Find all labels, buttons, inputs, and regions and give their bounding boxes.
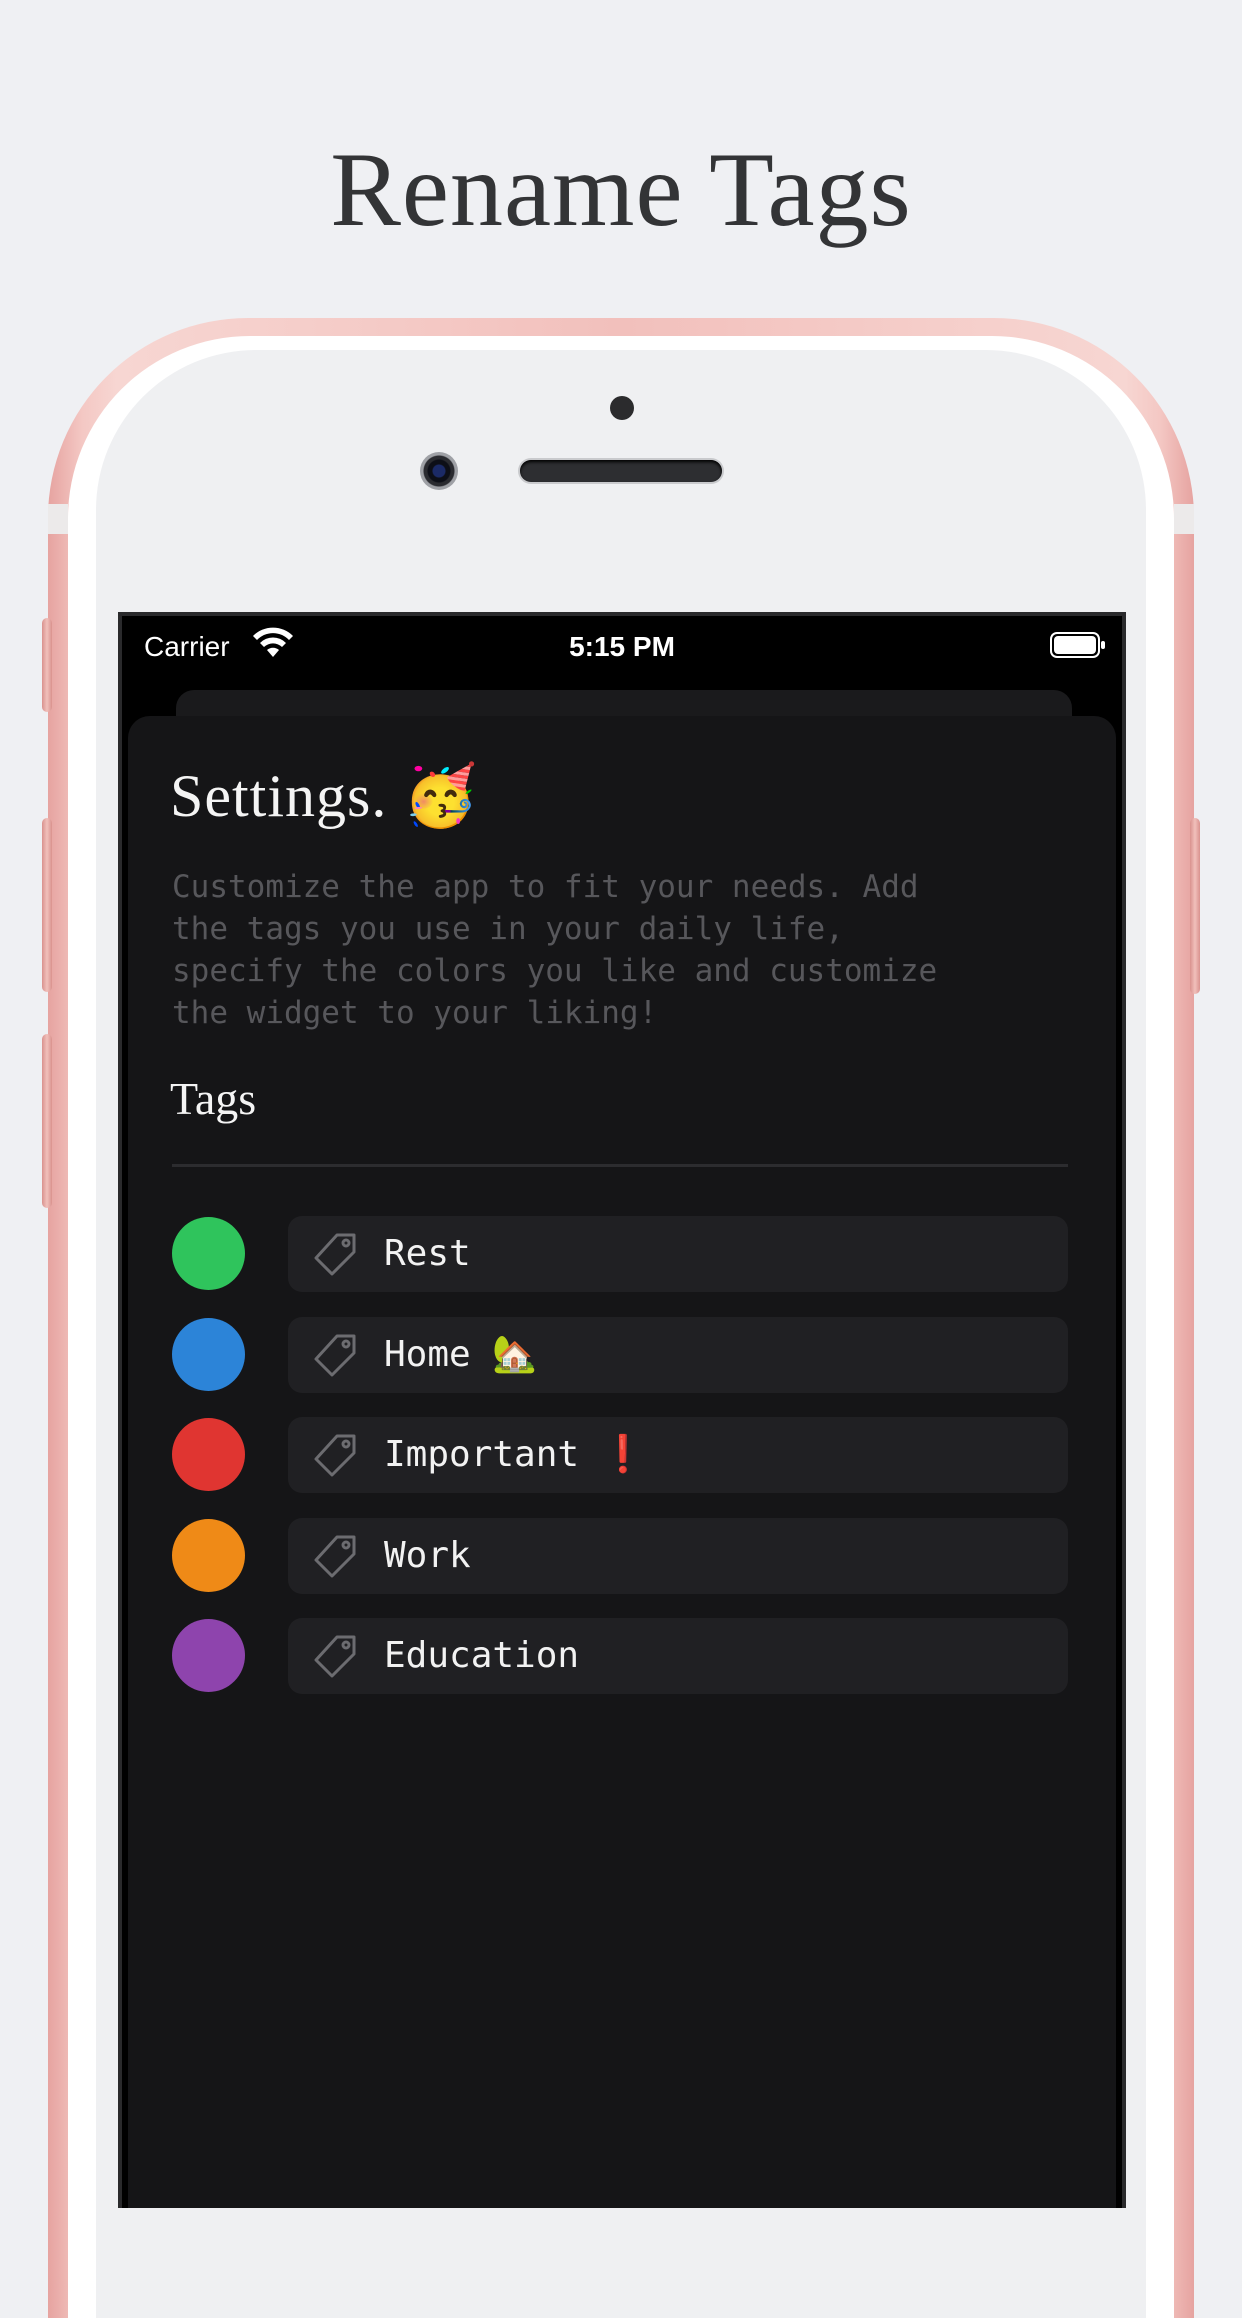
battery-icon — [1050, 632, 1105, 658]
tag-label: Home 🏡 — [384, 1334, 538, 1375]
tag-icon — [314, 1434, 356, 1477]
volume-up-button — [42, 818, 52, 992]
tag-name-field[interactable]: Rest — [288, 1216, 1068, 1292]
settings-title: Settings. 🥳 — [170, 763, 480, 829]
tag-label: Rest — [384, 1233, 471, 1274]
earpiece-speaker — [520, 460, 722, 482]
front-camera — [420, 452, 458, 490]
antenna-band-left — [48, 504, 68, 534]
tag-label: Work — [384, 1535, 471, 1576]
tag-name-field[interactable]: Education — [288, 1618, 1068, 1694]
tag-name-field[interactable]: Home 🏡 — [288, 1317, 1068, 1393]
tag-label: Education — [384, 1635, 580, 1676]
tag-name-field[interactable]: Important ❗ — [288, 1417, 1068, 1493]
proximity-sensor — [610, 396, 634, 420]
status-time: 5:15 PM — [569, 631, 675, 662]
tag-icon — [314, 1535, 356, 1578]
settings-sheet: Settings. 🥳 Customize the app to fit you… — [128, 716, 1116, 2208]
phone-screen: Carrier 5:15 PM Settings. 🥳 Customize th… — [118, 612, 1126, 2208]
tag-row-education: Education — [172, 1618, 1068, 1694]
tag-row-rest: Rest — [172, 1216, 1068, 1292]
color-picker-dot[interactable] — [172, 1418, 245, 1491]
headline: Rename Tags — [330, 131, 912, 248]
tags-heading: Tags — [170, 1073, 257, 1124]
tag-icon — [314, 1334, 356, 1377]
color-picker-dot[interactable] — [172, 1519, 245, 1592]
mute-switch — [42, 618, 52, 712]
tag-row-important: Important ❗ — [172, 1417, 1068, 1493]
status-bar: Carrier 5:15 PM — [122, 616, 1122, 676]
tag-label: Important ❗ — [384, 1434, 646, 1475]
tag-name-field[interactable]: Work — [288, 1518, 1068, 1594]
settings-description: Customize the app to fit your needs. Add… — [172, 869, 938, 1031]
power-button — [1190, 818, 1200, 994]
color-picker-dot[interactable] — [172, 1318, 245, 1391]
tag-row-work: Work — [172, 1518, 1068, 1594]
tag-row-home: Home 🏡 — [172, 1317, 1068, 1393]
tag-icon — [314, 1233, 356, 1276]
antenna-band-right — [1174, 504, 1194, 534]
tag-icon — [314, 1635, 356, 1678]
volume-down-button — [42, 1034, 52, 1208]
divider — [172, 1164, 1068, 1167]
color-picker-dot[interactable] — [172, 1217, 245, 1290]
color-picker-dot[interactable] — [172, 1619, 245, 1692]
